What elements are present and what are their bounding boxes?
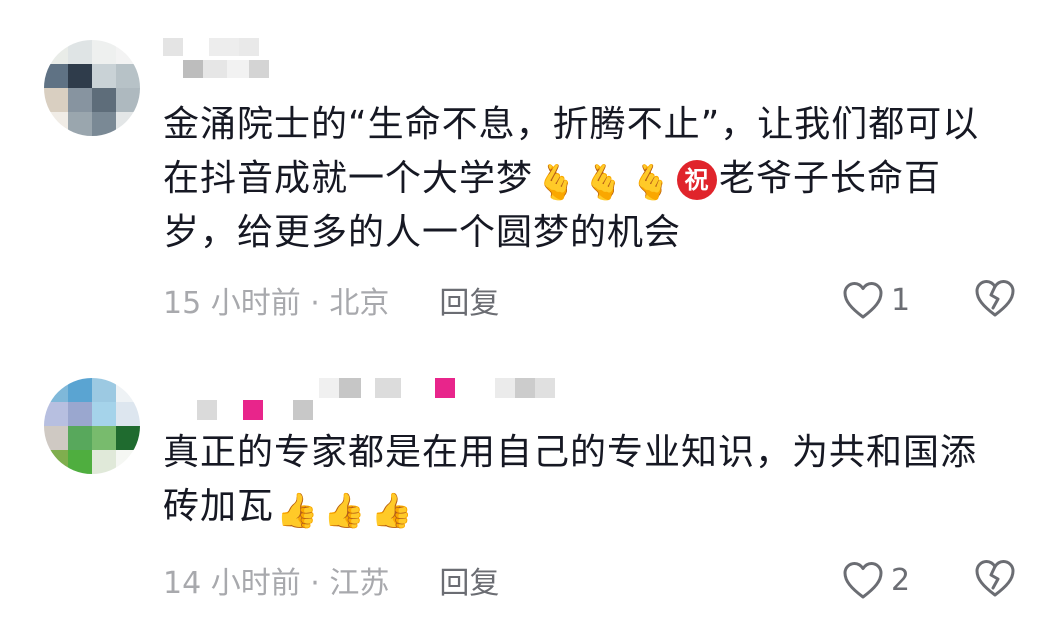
comment-item: 金涌院士的“生命不息，折腾不止”，让我们都可以在抖音成就一个大学梦🫰 🫰 🫰 祝老爷子… (0, 0, 1058, 330)
comment-text: 金涌院士的“生命不息，折腾不止”，让我们都可以在抖音成就一个大学梦🫰 🫰 🫰 祝老爷子… (163, 98, 1013, 260)
reply-button[interactable]: 回复 (439, 558, 499, 602)
thumbs-up-emoji-icon: 👍 (370, 491, 415, 531)
thumbs-up-emoji-icon: 👍 (323, 491, 367, 531)
broken-heart-icon (975, 280, 1015, 317)
finger-heart-emoji-icon: 🫰 (582, 163, 626, 203)
username-blurred[interactable] (163, 378, 563, 422)
like-button[interactable]: 1 (841, 280, 910, 320)
heart-outline-icon (843, 562, 883, 599)
thumbs-up-emoji-icon: 👍 (276, 491, 320, 531)
like-count: 1 (891, 282, 911, 318)
heart-outline-icon (843, 282, 883, 319)
comment-text: 真正的专家都是在用自己的专业知识，为共和国添砖加瓦👍 👍 👍 (163, 426, 1013, 534)
comment-meta: 14 小时前 · 江苏 回复 2 (163, 558, 1058, 602)
finger-heart-emoji-icon: 🫰 (535, 163, 579, 203)
timestamp-location: 14 小时前 · 江苏 (163, 566, 390, 601)
avatar[interactable] (44, 40, 140, 136)
comment-item: 真正的专家都是在用自己的专业知识，为共和国添砖加瓦👍 👍 👍 14 小时前 · 江苏… (0, 330, 1058, 638)
reply-button[interactable]: 回复 (439, 278, 499, 322)
timestamp-location: 15 小时前 · 北京 (163, 286, 390, 321)
finger-heart-emoji-icon: 🫰 (629, 163, 674, 203)
dislike-button[interactable] (973, 278, 1017, 322)
comment-meta: 15 小时前 · 北京 回复 1 (163, 278, 1058, 322)
avatar[interactable] (44, 378, 140, 474)
dislike-button[interactable] (973, 558, 1017, 602)
like-button[interactable]: 2 (841, 560, 910, 600)
like-count: 2 (891, 562, 911, 598)
username-blurred[interactable] (163, 38, 293, 82)
blessing-badge-icon: 祝 (677, 160, 718, 200)
broken-heart-icon (975, 560, 1015, 597)
